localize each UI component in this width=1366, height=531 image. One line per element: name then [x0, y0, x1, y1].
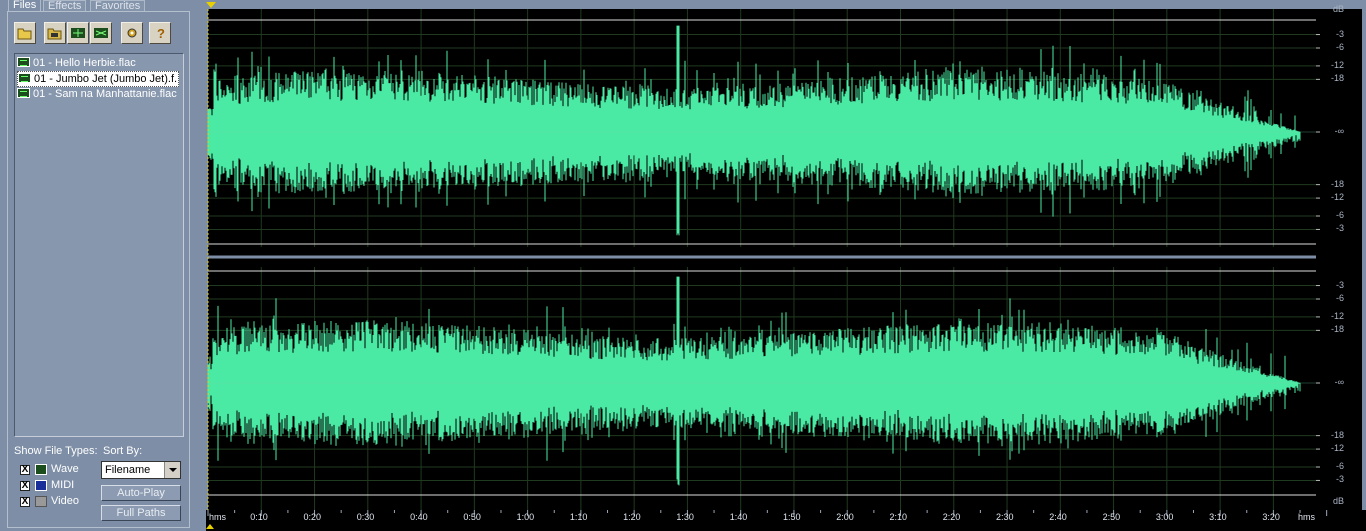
midi-label: MIDI	[51, 479, 75, 491]
sort-by-select[interactable]: Filename	[101, 461, 181, 479]
video-checkbox[interactable]: X	[20, 497, 30, 507]
db-unit-label: dB	[1332, 496, 1344, 506]
time-tick-label: 1:10	[569, 512, 588, 522]
file-name: 01 - Sam na Manhattanie.flac	[33, 88, 177, 100]
db-tick-label: -12	[1330, 192, 1344, 203]
db-tick-label: -18	[1330, 73, 1344, 84]
full-paths-button[interactable]: Full Paths	[101, 505, 181, 521]
file-name: 01 - Hello Herbie.flac	[33, 57, 136, 69]
time-tick-label: 3:10	[1209, 512, 1227, 522]
db-tick-label: -18	[1330, 178, 1344, 189]
db-tick-label: -3	[1335, 28, 1344, 39]
chevron-down-icon[interactable]	[164, 462, 180, 478]
db-tick-label: -6	[1335, 42, 1344, 52]
panel-splitter[interactable]	[193, 0, 206, 531]
db-tick-label: -18	[1330, 324, 1344, 335]
video-icon	[35, 496, 47, 507]
file-name: 01 - Jumbo Jet (Jumbo Jet).f...	[34, 73, 179, 85]
close-file-icon	[94, 28, 108, 38]
db-tick-label: -3	[1335, 279, 1344, 290]
wave-checkbox[interactable]: X	[20, 465, 30, 475]
time-tick-label: 2:40	[1049, 512, 1067, 522]
db-tick-label: -6	[1335, 461, 1344, 471]
time-tick-label: 2:50	[1102, 512, 1121, 522]
time-tick-label: 1:00	[516, 512, 535, 522]
wave-file-icon	[17, 57, 30, 67]
time-tick-label: 1:40	[729, 512, 748, 522]
wave-label: Wave	[51, 463, 79, 475]
folder-icon	[47, 28, 62, 40]
auto-play-button[interactable]: Auto-Play	[101, 485, 181, 501]
open-file-button[interactable]	[14, 22, 36, 44]
midi-icon	[35, 480, 47, 491]
db-tick-label: -12	[1330, 59, 1344, 70]
db-tick-label: -12	[1330, 310, 1344, 321]
insert-icon	[71, 28, 85, 38]
db-tick-label: -∞	[1334, 377, 1344, 387]
list-item[interactable]: 01 - Jumbo Jet (Jumbo Jet).f...	[17, 71, 179, 87]
waveform-canvas[interactable]	[206, 0, 1366, 531]
wave-file-icon	[17, 88, 30, 98]
open-folder-button[interactable]	[44, 22, 66, 44]
file-list[interactable]: 01 - Hello Herbie.flac 01 - Jumbo Jet (J…	[14, 53, 184, 437]
file-panel: Files Effects Favorites ? 01 - Hello Her…	[0, 0, 193, 531]
time-tick-label: 0:10	[250, 512, 268, 522]
video-label: Video	[51, 495, 79, 507]
time-tick-label: 2:10	[889, 512, 908, 522]
sort-by-value: Filename	[105, 464, 151, 476]
wave-file-icon	[18, 73, 31, 83]
time-tick-label: 2:20	[942, 512, 961, 522]
time-tick-label: 3:20	[1262, 512, 1280, 522]
time-tick-label: 0:20	[303, 512, 322, 522]
help-icon: ?	[157, 26, 165, 41]
time-tick-label: 3:00	[1155, 512, 1174, 522]
time-unit-label: hms	[209, 512, 227, 522]
midi-checkbox[interactable]: X	[20, 481, 30, 491]
list-item[interactable]: 01 - Sam na Manhattanie.flac	[17, 87, 182, 102]
svg-text:?: ?	[157, 26, 165, 41]
db-tick-label: -18	[1330, 429, 1344, 440]
open-folder-icon	[17, 28, 32, 40]
time-tick-label: 2:30	[996, 512, 1014, 522]
time-tick-label: 1:30	[676, 512, 694, 522]
db-tick-label: -6	[1335, 210, 1344, 220]
close-file-button[interactable]	[90, 22, 112, 44]
sort-by-label: Sort By:	[103, 445, 143, 457]
db-tick-label: -3	[1335, 474, 1344, 485]
time-tick-label: 2:00	[836, 512, 854, 522]
list-item[interactable]: 01 - Hello Herbie.flac	[17, 56, 182, 71]
db-tick-label: -3	[1335, 223, 1344, 234]
wave-icon	[35, 464, 47, 475]
time-tick-label: 1:20	[623, 512, 641, 522]
db-tick-label: -12	[1330, 443, 1344, 454]
db-unit-label: dB	[1332, 4, 1344, 14]
help-button[interactable]: ?	[149, 22, 171, 44]
time-tick-label: 0:40	[410, 512, 428, 522]
insert-into-multitrack-button[interactable]	[67, 22, 89, 44]
db-tick-label: -6	[1335, 293, 1344, 303]
time-tick-label: 0:50	[463, 512, 481, 522]
waveform-display[interactable]: -3 -6 -12 -18 -∞ -18 -12 -6 -3 -3 -6 -12 -18 -∞ -18 -12…	[206, 0, 1366, 531]
db-tick-label: -∞	[1334, 126, 1344, 136]
options-button[interactable]	[121, 22, 143, 44]
time-unit-label: hms	[1298, 512, 1316, 522]
time-tick-label: 1:50	[782, 512, 801, 522]
time-tick-label: 0:30	[356, 512, 375, 522]
options-icon	[127, 28, 137, 38]
show-file-types-label: Show File Types:	[14, 445, 98, 457]
